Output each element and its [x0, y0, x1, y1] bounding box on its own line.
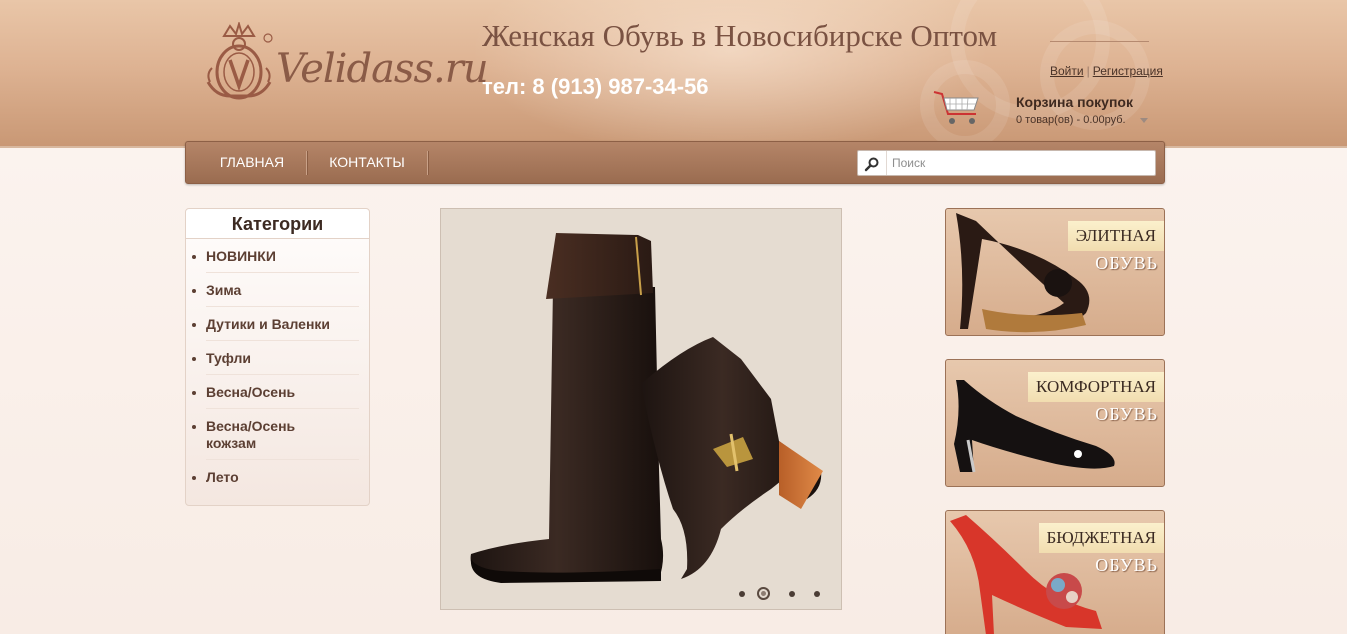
shopping-cart[interactable]: Корзина покупок 0 товар(ов) - 0.00руб.: [932, 86, 1162, 130]
bullet-icon: [192, 391, 196, 395]
category-label: Весна/Осень кожзам: [206, 418, 296, 451]
category-item-spring-autumn[interactable]: Весна/Осень: [186, 375, 369, 409]
auth-links: Войти | Регистрация: [1050, 64, 1163, 78]
phone-number: тел: 8 (913) 987-34-56: [482, 74, 709, 99]
slider-dot-2[interactable]: [757, 587, 770, 600]
category-item-shoes[interactable]: Туфли: [186, 341, 369, 375]
banner-budget-shoes[interactable]: Бюджетная обувь: [945, 510, 1165, 634]
category-item-winter[interactable]: Зима: [186, 273, 369, 307]
cart-title: Корзина покупок: [1016, 94, 1133, 110]
search-icon[interactable]: [864, 156, 880, 172]
slider-dot-3[interactable]: [789, 591, 795, 597]
category-label: НОВИНКИ: [206, 248, 276, 264]
categories-panel: Категории НОВИНКИ Зима Дутики и Валенки …: [185, 208, 370, 506]
category-label: Туфли: [206, 350, 252, 366]
slider-pagination: [735, 587, 825, 601]
banner-subtitle: обувь: [1095, 253, 1158, 273]
banner-label: Элитная: [1067, 221, 1164, 251]
banner-label: Комфортная: [1028, 372, 1164, 402]
search-box: [857, 150, 1156, 176]
logo-text: Velidass.ru: [276, 46, 489, 92]
bullet-icon: [192, 255, 196, 259]
bullet-icon: [192, 323, 196, 327]
banner-label: Бюджетная: [1038, 523, 1164, 553]
banner-elite-shoes[interactable]: Элитная обувь: [945, 208, 1165, 336]
auth-separator: |: [1086, 64, 1090, 78]
boots-image: [470, 233, 823, 583]
nav-separator: [427, 151, 428, 175]
category-label: Зима: [206, 282, 242, 298]
search-input[interactable]: [892, 154, 1150, 172]
site-logo[interactable]: Velidass.ru: [200, 22, 489, 106]
category-label: Дутики и Валенки: [206, 316, 331, 332]
nav-item-home[interactable]: Главная: [200, 142, 304, 183]
banner-subtitle: обувь: [1095, 404, 1158, 424]
category-item-spring-autumn-leatherette[interactable]: Весна/Осень кожзам: [186, 409, 369, 460]
categories-list: НОВИНКИ Зима Дутики и Валенки Туфли Весн…: [186, 239, 369, 494]
category-label: Лето: [206, 469, 239, 485]
category-label: Весна/Осень: [206, 384, 296, 400]
categories-title: Категории: [186, 209, 369, 239]
nav-separator: [306, 151, 307, 175]
banner-comfort-shoes[interactable]: Комфортная обувь: [945, 359, 1165, 487]
chevron-down-icon[interactable]: [1140, 118, 1148, 123]
bullet-icon: [192, 425, 196, 429]
category-item-new[interactable]: НОВИНКИ: [186, 239, 369, 273]
site-title: Женская Обувь в Новосибирске Оптом: [482, 18, 998, 53]
category-item-puffer-boots[interactable]: Дутики и Валенки: [186, 307, 369, 341]
banner-subtitle: обувь: [1095, 555, 1158, 575]
search-divider: [886, 151, 887, 175]
cart-summary: 0 товар(ов) - 0.00руб.: [1016, 114, 1126, 126]
login-link[interactable]: Войти: [1050, 64, 1084, 78]
bullet-icon: [192, 289, 196, 293]
bullet-icon: [192, 476, 196, 480]
title-rule: [1050, 41, 1149, 42]
slider-dot-1[interactable]: [739, 591, 745, 597]
register-link[interactable]: Регистрация: [1093, 64, 1163, 78]
category-item-summer[interactable]: Лето: [186, 460, 369, 494]
shopping-cart-icon: [933, 91, 979, 124]
product-slider[interactable]: [440, 208, 842, 610]
crown-emblem-icon: [206, 22, 273, 100]
slider-dot-4[interactable]: [814, 591, 820, 597]
bullet-icon: [192, 357, 196, 361]
nav-item-contacts[interactable]: Контакты: [314, 142, 420, 183]
